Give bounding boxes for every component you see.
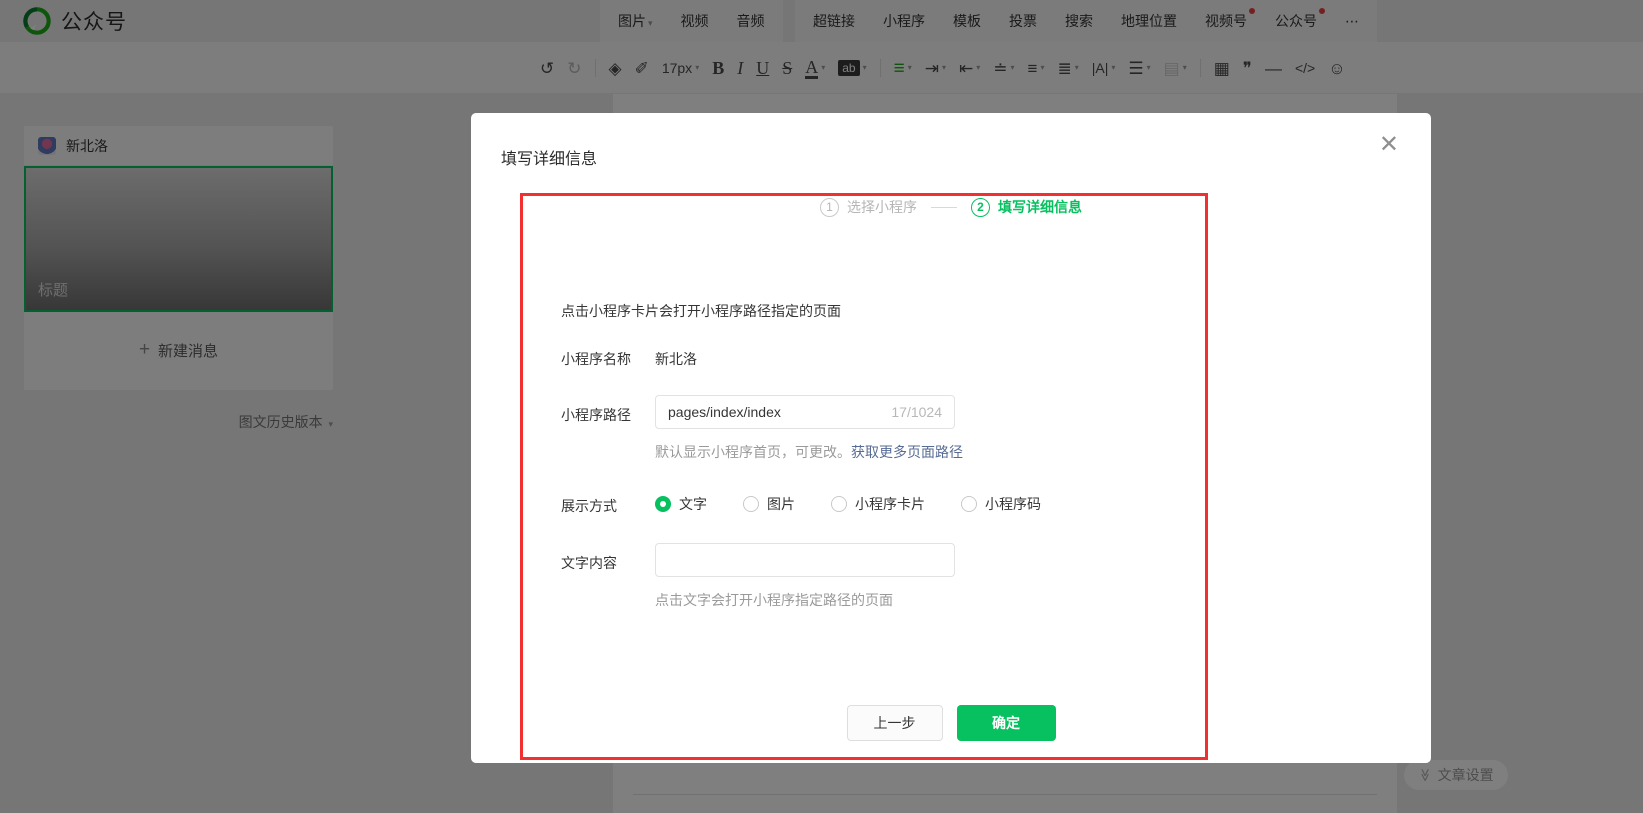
char-counter: 17/1024 bbox=[891, 404, 942, 420]
mini-program-path-label: 小程序路径 bbox=[561, 405, 631, 425]
display-mode-options: 文字 图片 小程序卡片 小程序码 bbox=[655, 494, 1041, 514]
step-2-fill-details: 2 填写详细信息 bbox=[971, 197, 1082, 217]
radio-icon bbox=[961, 496, 977, 512]
dialog-footer: 上一步 确定 bbox=[471, 705, 1431, 741]
dialog-title: 填写详细信息 bbox=[501, 145, 597, 169]
mini-program-name-value: 新北洛 bbox=[655, 349, 697, 369]
step-2-label: 填写详细信息 bbox=[998, 197, 1082, 217]
path-input[interactable] bbox=[668, 404, 883, 420]
radio-icon bbox=[831, 496, 847, 512]
step-1-select-mini-program: 1 选择小程序 bbox=[820, 197, 917, 217]
text-content-field[interactable] bbox=[655, 543, 955, 577]
path-help-text: 默认显示小程序首页，可更改。获取更多页面路径 bbox=[655, 442, 963, 462]
mini-program-detail-dialog: 填写详细信息 ✕ 1 选择小程序 2 填写详细信息 点击小程序卡片会打开小程序路… bbox=[471, 113, 1431, 763]
text-content-input[interactable] bbox=[668, 544, 942, 576]
text-content-note: 点击文字会打开小程序指定路径的页面 bbox=[655, 590, 893, 610]
radio-mini-program-code[interactable]: 小程序码 bbox=[961, 494, 1041, 514]
radio-image[interactable]: 图片 bbox=[743, 494, 795, 514]
step-1-number: 1 bbox=[820, 198, 839, 217]
get-more-paths-link[interactable]: 获取更多页面路径 bbox=[851, 444, 963, 460]
previous-step-button[interactable]: 上一步 bbox=[847, 705, 943, 741]
radio-text[interactable]: 文字 bbox=[655, 494, 707, 514]
step-indicator: 1 选择小程序 2 填写详细信息 bbox=[471, 197, 1431, 217]
confirm-button[interactable]: 确定 bbox=[957, 705, 1056, 741]
mini-program-name-label: 小程序名称 bbox=[561, 349, 631, 369]
radio-icon bbox=[743, 496, 759, 512]
step-connector bbox=[931, 207, 957, 208]
mini-program-path-field[interactable]: 17/1024 bbox=[655, 395, 955, 429]
radio-selected-icon bbox=[655, 496, 671, 512]
dialog-intro-text: 点击小程序卡片会打开小程序路径指定的页面 bbox=[561, 301, 841, 321]
step-2-number: 2 bbox=[971, 198, 990, 217]
display-mode-label: 展示方式 bbox=[561, 496, 617, 516]
annotation-red-box bbox=[520, 193, 1208, 760]
step-1-label: 选择小程序 bbox=[847, 197, 917, 217]
close-icon[interactable]: ✕ bbox=[1379, 133, 1399, 157]
text-content-label: 文字内容 bbox=[561, 553, 617, 573]
radio-mini-program-card[interactable]: 小程序卡片 bbox=[831, 494, 925, 514]
